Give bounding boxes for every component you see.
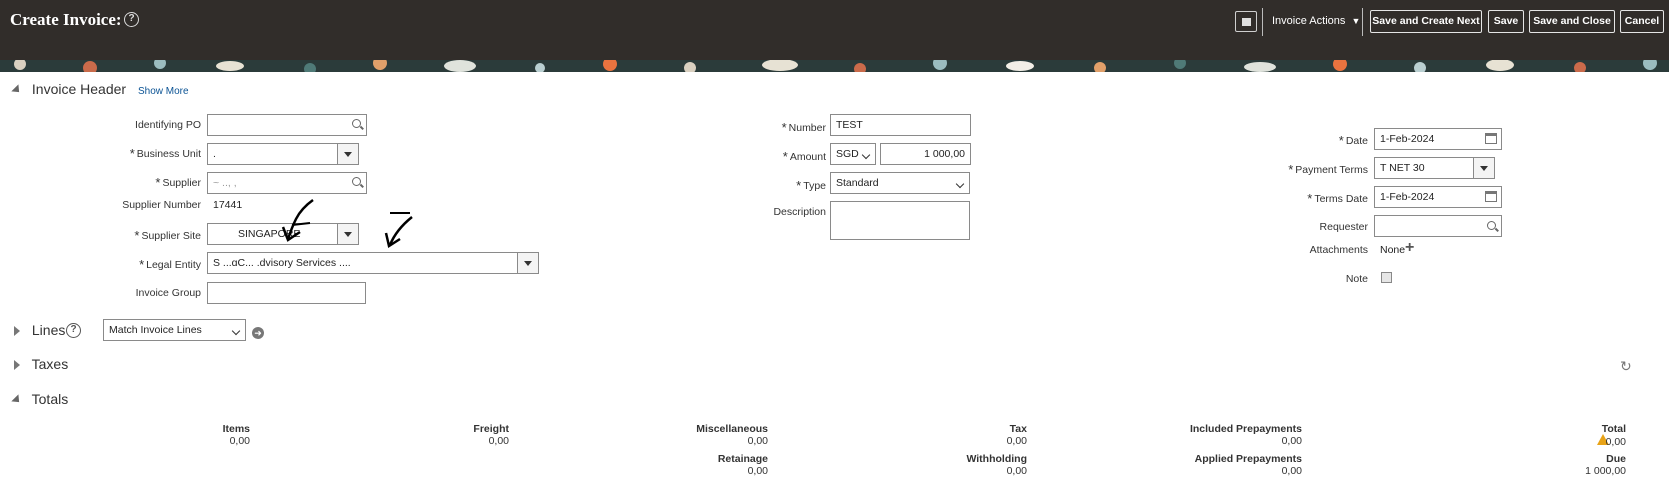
- caret-down-icon: ▼: [1351, 16, 1361, 26]
- cancel-button[interactable]: Cancel: [1620, 10, 1664, 33]
- date-input[interactable]: 1-Feb-2024: [1374, 128, 1502, 150]
- attachments-label: Attachments: [1309, 244, 1368, 256]
- calendar-icon[interactable]: [1485, 191, 1497, 202]
- terms-date-input[interactable]: 1-Feb-2024: [1374, 186, 1502, 208]
- search-icon[interactable]: [352, 177, 361, 186]
- taxes-title: Taxes: [31, 356, 69, 372]
- invoice-actions-menu[interactable]: Invoice Actions ▼: [1272, 15, 1360, 27]
- question-circle-icon[interactable]: ?: [66, 323, 81, 338]
- collapse-triangle-icon: [11, 394, 23, 406]
- retainage-value: 0,00: [747, 465, 768, 477]
- go-arrow-icon[interactable]: ➜: [252, 327, 264, 339]
- freight-value: 0,00: [488, 435, 509, 447]
- identifying-po-input[interactable]: [207, 114, 367, 136]
- lines-title: Lines: [31, 322, 66, 338]
- add-note-icon[interactable]: [1381, 272, 1392, 283]
- requester-input[interactable]: [1374, 215, 1502, 237]
- amount-input[interactable]: 1 000,00: [880, 143, 971, 165]
- date-label: * Date: [1338, 133, 1368, 148]
- description-textarea[interactable]: [830, 201, 970, 240]
- withholding-value: 0,00: [1006, 465, 1027, 477]
- retainage-label: Retainage: [717, 453, 768, 465]
- requester-label: Requester: [1319, 221, 1368, 233]
- legal-entity-label: * Legal Entity: [139, 257, 201, 272]
- included-prepayments-value: 0,00: [1281, 435, 1302, 447]
- taxes-section[interactable]: Taxes: [12, 356, 68, 372]
- business-unit-dropdown-button[interactable]: [337, 143, 359, 165]
- tax-label: Tax: [1009, 423, 1027, 435]
- invoice-header-title: Invoice Header: [31, 81, 127, 97]
- save-button[interactable]: Save: [1488, 10, 1524, 33]
- total-value: 0,00: [1605, 436, 1626, 448]
- panel-icon: [1242, 18, 1251, 26]
- match-invoice-lines-select[interactable]: Match Invoice Lines: [103, 319, 246, 341]
- decorative-banner: [0, 60, 1669, 72]
- annotation-arrows: [281, 198, 413, 249]
- supplier-number-value: 17441: [213, 199, 243, 211]
- due-label: Due: [1606, 453, 1626, 465]
- expand-triangle-icon: [14, 360, 20, 371]
- type-select[interactable]: Standard: [830, 172, 970, 194]
- refresh-icon[interactable]: ↻: [1620, 358, 1632, 375]
- payment-terms-label: * Payment Terms: [1288, 162, 1368, 177]
- identifying-po-label: Identifying PO: [135, 119, 201, 131]
- due-value: 1 000,00: [1585, 465, 1626, 477]
- supplier-label: * Supplier: [155, 175, 201, 190]
- miscellaneous-label: Miscellaneous: [696, 423, 768, 435]
- invoice-group-label: Invoice Group: [135, 287, 201, 299]
- withholding-label: Withholding: [966, 453, 1027, 465]
- applied-prepayments-label: Applied Prepayments: [1194, 453, 1302, 465]
- page-title: Create Invoice:: [10, 10, 122, 29]
- question-circle-icon[interactable]: ?: [124, 12, 139, 27]
- save-and-close-button[interactable]: Save and Close: [1529, 10, 1615, 33]
- terms-date-label: * Terms Date: [1307, 191, 1368, 206]
- totals-title: Totals: [31, 391, 69, 407]
- show-more-link[interactable]: Show More: [138, 86, 189, 97]
- supplier-input[interactable]: ~ .., ,: [207, 172, 367, 194]
- search-icon[interactable]: [352, 119, 361, 128]
- lines-section[interactable]: Lines: [12, 322, 65, 338]
- number-label: * Number: [781, 120, 826, 135]
- business-unit-input[interactable]: .: [207, 143, 338, 165]
- top-bar: Create Invoice: ? Invoice Actions ▼ Save…: [0, 0, 1669, 60]
- business-unit-label: * Business Unit: [129, 146, 201, 161]
- supplier-number-label: Supplier Number: [122, 199, 201, 211]
- payment-terms-input[interactable]: T NET 30: [1374, 157, 1474, 179]
- note-label: Note: [1345, 273, 1368, 285]
- legal-entity-input[interactable]: S ...ɑC... .dvisory Services ....: [207, 252, 518, 274]
- number-input[interactable]: TEST: [830, 114, 971, 136]
- invoice-actions-label: Invoice Actions: [1272, 15, 1346, 27]
- description-label: Description: [773, 206, 826, 218]
- miscellaneous-value: 0,00: [747, 435, 768, 447]
- legal-entity-dropdown-button[interactable]: [517, 252, 539, 274]
- toolbar-separator: [1362, 8, 1363, 36]
- items-label: Items: [222, 423, 250, 435]
- included-prepayments-label: Included Prepayments: [1189, 423, 1302, 435]
- totals-section[interactable]: Totals: [11, 391, 69, 407]
- currency-select[interactable]: SGD: [830, 143, 876, 165]
- search-icon[interactable]: [1487, 221, 1496, 230]
- type-label: * Type: [796, 178, 826, 193]
- add-attachment-plus-icon[interactable]: +: [1405, 240, 1414, 256]
- toolbar-separator: [1262, 8, 1263, 36]
- applied-prepayments-value: 0,00: [1281, 465, 1302, 477]
- amount-label: * Amount: [782, 149, 826, 164]
- expand-triangle-icon: [14, 326, 20, 337]
- attachments-value: None: [1380, 244, 1406, 256]
- payment-terms-dropdown-button[interactable]: [1473, 157, 1495, 179]
- collapse-triangle-icon: [11, 84, 23, 96]
- invoice-group-input[interactable]: [207, 282, 366, 304]
- tax-value: 0,00: [1006, 435, 1027, 447]
- calendar-icon[interactable]: [1485, 133, 1497, 144]
- items-value: 0,00: [229, 435, 250, 447]
- view-toggle-button[interactable]: [1235, 11, 1257, 32]
- supplier-site-label: * Supplier Site: [134, 228, 201, 243]
- freight-label: Freight: [473, 423, 509, 435]
- save-and-create-next-button[interactable]: Save and Create Next: [1370, 10, 1482, 33]
- invoice-header-section[interactable]: Invoice Header: [11, 81, 127, 97]
